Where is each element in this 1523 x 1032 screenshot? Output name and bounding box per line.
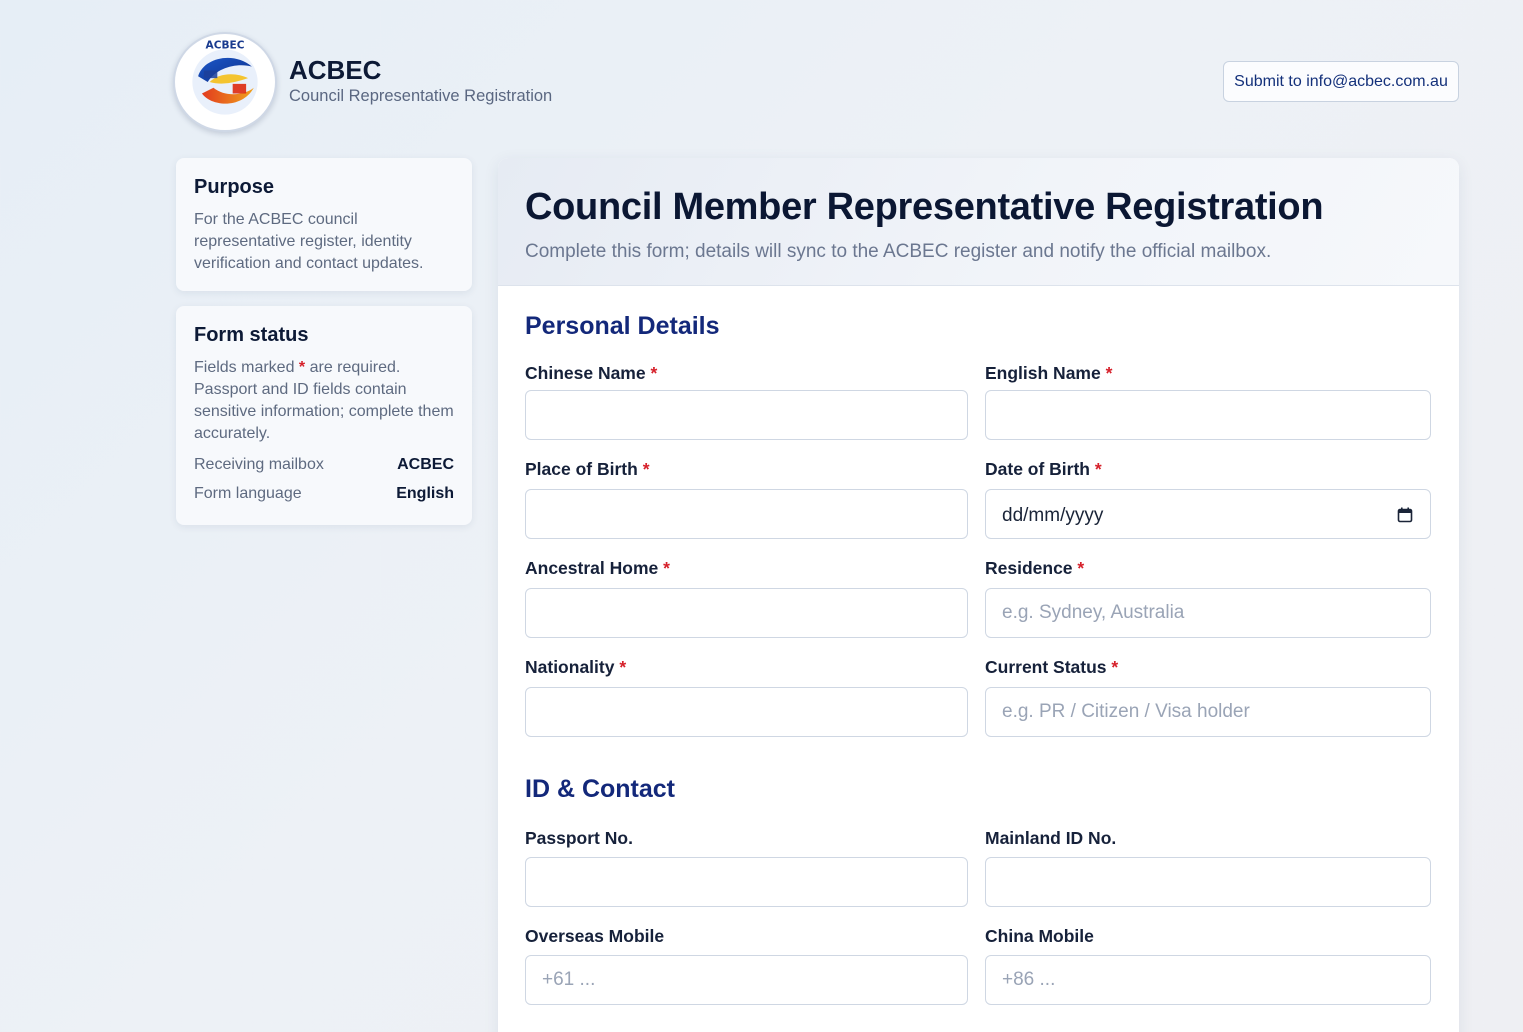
place-of-birth-input[interactable] (525, 489, 968, 539)
china-mobile-label: China Mobile (985, 926, 1094, 946)
date-of-birth-label: Date of Birth * (985, 459, 1102, 479)
ancestral-home-input[interactable] (525, 588, 968, 638)
current-status-input[interactable] (985, 687, 1431, 737)
chinese-name-label: Chinese Name * (525, 363, 658, 383)
date-of-birth-input[interactable]: dd/mm/yyyy (985, 489, 1431, 539)
mainland-id-label: Mainland ID No. (985, 828, 1117, 848)
date-format-text: dd/mm/yyyy (1002, 505, 1104, 526)
form-subtitle: Complete this form; details will sync to… (525, 241, 1272, 262)
passport-no-label: Passport No. (525, 828, 633, 848)
form-header: Council Member Representative Registrati… (498, 158, 1459, 286)
nationality-input[interactable] (525, 687, 968, 737)
english-name-label: English Name * (985, 363, 1113, 383)
residence-label: Residence * (985, 558, 1085, 578)
calendar-icon[interactable] (1397, 507, 1413, 523)
overseas-mobile-label: Overseas Mobile (525, 926, 665, 946)
residence-input[interactable] (985, 588, 1431, 638)
form-status-text: Fields marked * are required. Passport a… (194, 359, 454, 442)
place-of-birth-label: Place of Birth * (525, 459, 650, 479)
china-mobile-input[interactable] (985, 955, 1431, 1005)
nationality-label: Nationality * (525, 657, 627, 677)
form-status-title: Form status (194, 324, 309, 346)
svg-text:ACBEC: ACBEC (206, 39, 245, 51)
purpose-card: Purpose For the ACBEC council representa… (176, 158, 472, 291)
current-status-label: Current Status * (985, 657, 1119, 677)
status-row-language: Form language English (194, 485, 454, 502)
chinese-name-input[interactable] (525, 390, 968, 440)
purpose-title: Purpose (194, 176, 275, 198)
english-name-input[interactable] (985, 390, 1431, 440)
form-status-card: Form status Fields marked * are required… (176, 306, 472, 525)
section-personal-details: Personal Details (525, 312, 720, 340)
brand-title: ACBEC (289, 55, 382, 85)
form-title: Council Member Representative Registrati… (525, 186, 1324, 228)
ancestral-home-label: Ancestral Home * (525, 558, 670, 578)
purpose-text: For the ACBEC council representative reg… (194, 211, 424, 272)
passport-no-input[interactable] (525, 857, 968, 907)
submit-button[interactable]: Submit to info@acbec.com.au (1223, 61, 1459, 102)
overseas-mobile-input[interactable] (525, 955, 968, 1005)
status-row-mailbox: Receiving mailbox ACBEC (194, 456, 454, 473)
acbec-logo-icon: ACBEC (173, 32, 277, 132)
registration-form: Council Member Representative Registrati… (498, 158, 1459, 1032)
brand-subtitle: Council Representative Registration (289, 87, 553, 105)
section-id-contact: ID & Contact (525, 775, 675, 803)
mainland-id-input[interactable] (985, 857, 1431, 907)
